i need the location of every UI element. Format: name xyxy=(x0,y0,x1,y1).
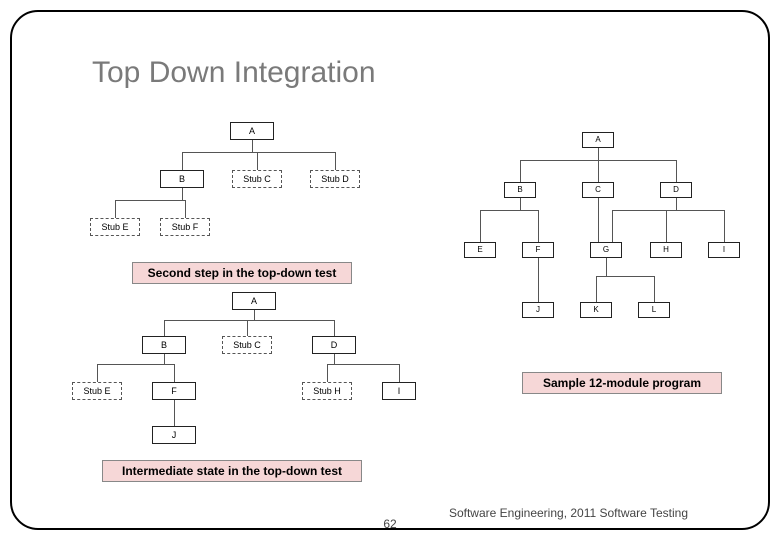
caption-second-step: Second step in the top-down test xyxy=(132,262,352,284)
page-title: Top Down Integration xyxy=(92,56,376,90)
snode-a: A xyxy=(582,132,614,148)
stub-e: Stub E xyxy=(90,218,140,236)
diagram-second-step: A B Stub C Stub D Stub E Stub F xyxy=(82,122,402,262)
snode-j: J xyxy=(522,302,554,318)
caption-sample: Sample 12-module program xyxy=(522,372,722,394)
snode-b: B xyxy=(504,182,536,198)
node-b2: B xyxy=(142,336,186,354)
snode-d: D xyxy=(660,182,692,198)
stub-d: Stub D xyxy=(310,170,360,188)
snode-g: G xyxy=(590,242,622,258)
snode-e: E xyxy=(464,242,496,258)
slide-frame: Top Down Integration A B Stub C Stub D S… xyxy=(10,10,770,530)
node-a2: A xyxy=(232,292,276,310)
node-i2: I xyxy=(382,382,416,400)
snode-f: F xyxy=(522,242,554,258)
node-j2: J xyxy=(152,426,196,444)
snode-i: I xyxy=(708,242,740,258)
snode-h: H xyxy=(650,242,682,258)
caption-intermediate: Intermediate state in the top-down test xyxy=(102,460,362,482)
page-number: 62 xyxy=(12,517,768,531)
node-f2: F xyxy=(152,382,196,400)
stub-c2: Stub C xyxy=(222,336,272,354)
node-b: B xyxy=(160,170,204,188)
diagram-sample-12: A B C D E F G H I J K L xyxy=(452,132,752,362)
node-d2: D xyxy=(312,336,356,354)
diagram-intermediate: A B Stub C D Stub E F Stub H I J xyxy=(72,292,432,472)
snode-l: L xyxy=(638,302,670,318)
stub-f: Stub F xyxy=(160,218,210,236)
stub-e2: Stub E xyxy=(72,382,122,400)
node-a: A xyxy=(230,122,274,140)
stub-c: Stub C xyxy=(232,170,282,188)
stub-h2: Stub H xyxy=(302,382,352,400)
snode-k: K xyxy=(580,302,612,318)
snode-c: C xyxy=(582,182,614,198)
